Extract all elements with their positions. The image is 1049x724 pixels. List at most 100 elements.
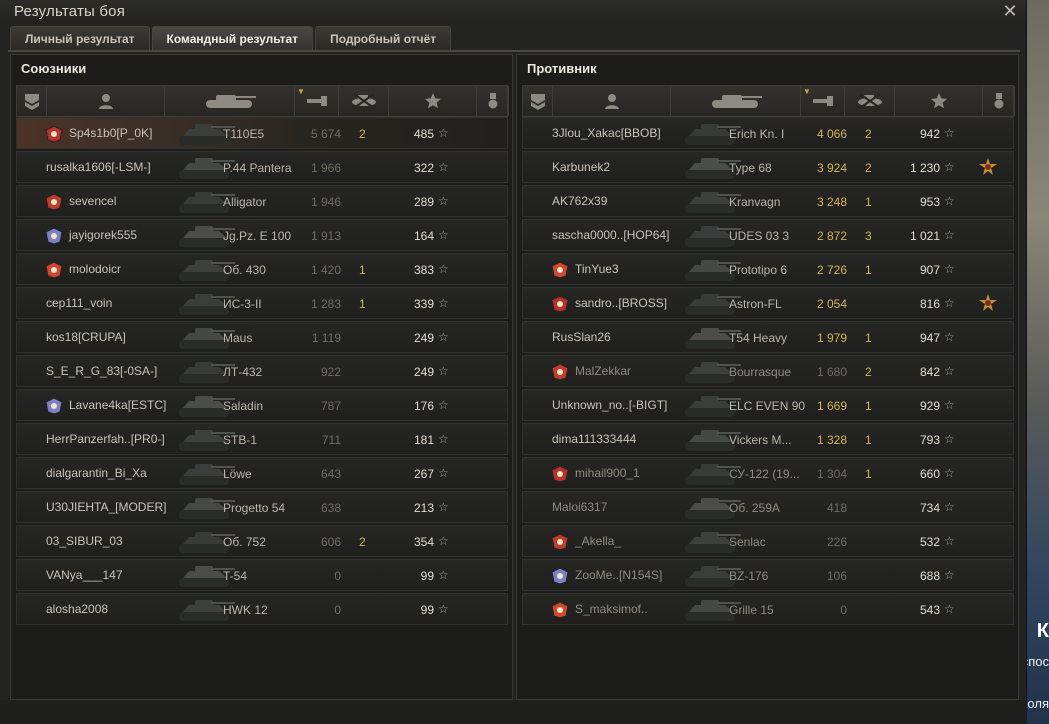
player-name: sascha0000..[HOP64]: [552, 228, 670, 242]
vehicle-name: ELC EVEN 90: [729, 399, 806, 413]
xp-value: 176: [413, 399, 434, 413]
damage-value: 638: [320, 501, 341, 515]
damage-value: 3 924: [816, 161, 847, 175]
clan-emblem-icon: [45, 261, 63, 279]
damage-value: 226: [826, 535, 847, 549]
player-row[interactable]: Maloi6317 Об. 259А 418 734 ☆: [522, 491, 1014, 523]
window-title: Результаты боя: [14, 3, 126, 20]
close-icon[interactable]: ✕: [1000, 1, 1020, 21]
player-row[interactable]: rusalka1606[-LSM-] P.44 Pantera 1 966 322 ☆: [16, 151, 508, 183]
damage-value: 1 119: [311, 331, 341, 345]
background-text-1: К: [1036, 620, 1049, 642]
xp-star-icon: ☆: [944, 194, 955, 208]
xp-star-icon: ☆: [438, 466, 449, 480]
xp-star-icon: ☆: [944, 398, 955, 412]
player-row[interactable]: 3Jlou_Xakac[BBOB] Erich Kn. I 4 066 2 942 ☆: [522, 117, 1014, 149]
rank-col-header[interactable]: [523, 86, 553, 116]
player-row[interactable]: cep111_voin ИС-3-II 1 283 1 339 ☆: [16, 287, 508, 319]
player-row[interactable]: dima111333444 Vickers M... 1 328 1 793 ☆: [522, 423, 1014, 455]
player-name: HerrPanzerfah..[PR0-]: [46, 432, 165, 446]
clan-emblem-icon: [551, 533, 569, 551]
frags-icon: [350, 92, 378, 110]
player-row[interactable]: VANya___147 T-54 0 99 ☆: [16, 559, 508, 591]
vehicle-name: Prototipo 6: [729, 263, 788, 277]
player-row[interactable]: kos18[CRUPA] Maus 1 119 249 ☆: [16, 321, 508, 353]
tab-detailed-report[interactable]: Подробный отчёт: [315, 26, 452, 50]
player-row[interactable]: molodoicr Об. 430 1 420 1 383 ☆: [16, 253, 508, 285]
tab-team-result[interactable]: Командный результат: [151, 26, 314, 50]
damage-col-header[interactable]: ▼: [295, 86, 339, 116]
medal-icon[interactable]: [977, 157, 999, 179]
player-row[interactable]: alosha2008 HWK 12 0 99 ☆: [16, 593, 508, 625]
damage-value: 1 966: [310, 161, 341, 175]
player-row[interactable]: HerrPanzerfah..[PR0-] STB-1 711 181 ☆: [16, 423, 508, 455]
xp-col-header[interactable]: [389, 86, 477, 116]
player-name: dima111333444: [552, 432, 637, 446]
xp-value: 213: [413, 501, 434, 515]
player-col-header[interactable]: [553, 86, 671, 116]
vehicle-name: T-54: [223, 569, 248, 583]
player-row[interactable]: Lavane4ka[ESTC] Saladin 787 176 ☆: [16, 389, 508, 421]
player-name: 3Jlou_Xakac[BBOB]: [552, 126, 661, 140]
damage-col-header[interactable]: ▼: [801, 86, 845, 116]
vehicle-name: Kranvagn: [729, 195, 781, 209]
xp-value: 249: [413, 331, 434, 345]
xp-value: 1 230: [909, 161, 940, 175]
player-row[interactable]: RusSlan26 T54 Heavy 1 979 1 947 ☆: [522, 321, 1014, 353]
player-row[interactable]: S_maksimof.. Grille 15 0 543 ☆: [522, 593, 1014, 625]
vehicle-name: Об. 752: [223, 535, 266, 549]
vehicle-name: BZ-176: [729, 569, 769, 583]
player-row[interactable]: Sp4s1b0[P_0K] T110E5 5 674 2 485 ☆: [16, 117, 508, 149]
xp-star-icon: ☆: [438, 228, 449, 242]
player-row[interactable]: sandro..[BROSS] Astron-FL 2 054 816 ☆: [522, 287, 1014, 319]
player-name: alosha2008: [46, 602, 109, 616]
player-row[interactable]: Karbunek2 Type 68 3 924 2 1 230 ☆: [522, 151, 1014, 183]
medal-col-header[interactable]: [477, 86, 509, 116]
allies-title: Союзники: [21, 61, 87, 76]
player-name: Maloi6317: [552, 500, 608, 514]
damage-value: 1 420: [310, 263, 341, 277]
vehicle-name: Об. 430: [223, 263, 266, 277]
damage-icon: [306, 93, 327, 109]
xp-star-icon: ☆: [438, 534, 449, 548]
player-row[interactable]: ZooMe..[N154S] BZ-176 106 688 ☆: [522, 559, 1014, 591]
player-row[interactable]: TinYue3 Prototipo 6 2 726 1 907 ☆: [522, 253, 1014, 285]
player-row[interactable]: U30JIEHTA_[MODER] Progetto 54 638 213 ☆: [16, 491, 508, 523]
xp-value: 289: [413, 195, 434, 209]
vehicle-col-header[interactable]: [671, 86, 801, 116]
frags-col-header[interactable]: [845, 86, 895, 116]
damage-value: 0: [840, 603, 847, 617]
vehicle-col-header[interactable]: [165, 86, 295, 116]
frags-value: 2: [865, 127, 872, 141]
rank-col-header[interactable]: [17, 86, 47, 116]
player-row[interactable]: mihail900_1 СУ-122 (19... 1 304 1 660 ☆: [522, 457, 1014, 489]
player-row[interactable]: MalZekkar Bourrasque 1 680 2 842 ☆: [522, 355, 1014, 387]
damage-value: 4 066: [816, 127, 847, 141]
clan-emblem-icon: [551, 601, 569, 619]
vehicle-name: UDES 03 3: [729, 229, 790, 243]
player-row[interactable]: Unknown_no..[-BIGT] ELC EVEN 90 1 669 1 929…: [522, 389, 1014, 421]
player-row[interactable]: sevencel Alligator 1 946 289 ☆: [16, 185, 508, 217]
vehicle-name: T54 Heavy: [729, 331, 788, 345]
frags-col-header[interactable]: [339, 86, 389, 116]
frags-value: 1: [865, 263, 872, 277]
clan-emblem-icon: [45, 227, 63, 245]
player-row[interactable]: S_E_R_G_83[-0SA-] ЛТ-432 922 249 ☆: [16, 355, 508, 387]
enemies-column-header: ▼: [522, 85, 1015, 117]
medal-col-header[interactable]: [983, 86, 1015, 116]
player-row[interactable]: AK762x39 Kranvagn 3 248 1 953 ☆: [522, 185, 1014, 217]
player-row[interactable]: _Akella_ Senlac 226 532 ☆: [522, 525, 1014, 557]
frags-icon: [856, 92, 884, 110]
tab-personal-result[interactable]: Личный результат: [10, 26, 150, 50]
medal-icon[interactable]: [977, 293, 999, 315]
player-col-header[interactable]: [47, 86, 165, 116]
player-row[interactable]: dialgarantin_Bi_Xa Löwe 643 267 ☆: [16, 457, 508, 489]
xp-star-icon: ☆: [944, 228, 955, 242]
player-row[interactable]: 03_SIBUR_03 Об. 752 606 2 354 ☆: [16, 525, 508, 557]
player-row[interactable]: jayigorek555 Jg.Pz. E 100 1 913 164 ☆: [16, 219, 508, 251]
xp-value: 249: [413, 365, 434, 379]
xp-col-header[interactable]: [895, 86, 983, 116]
vehicle-name: Erich Kn. I: [729, 127, 785, 141]
player-row[interactable]: sascha0000..[HOP64] UDES 03 3 2 872 3 1 021…: [522, 219, 1014, 251]
sort-descending-icon: ▼: [297, 87, 305, 96]
